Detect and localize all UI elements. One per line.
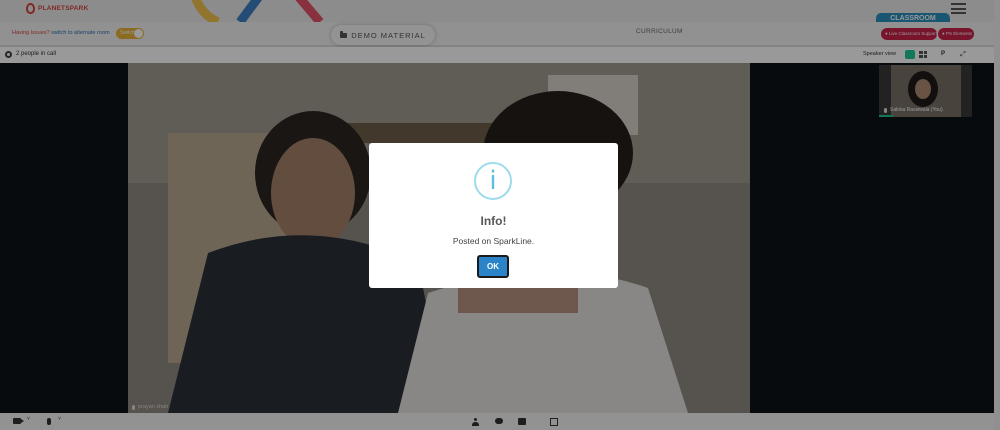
ok-button[interactable]: OK bbox=[477, 255, 509, 278]
dialog-title: Info! bbox=[480, 214, 507, 228]
info-icon: i bbox=[474, 162, 512, 200]
dialog-message: Posted on SparkLine. bbox=[452, 236, 535, 246]
info-dialog: i Info! Posted on SparkLine. OK bbox=[369, 143, 618, 288]
